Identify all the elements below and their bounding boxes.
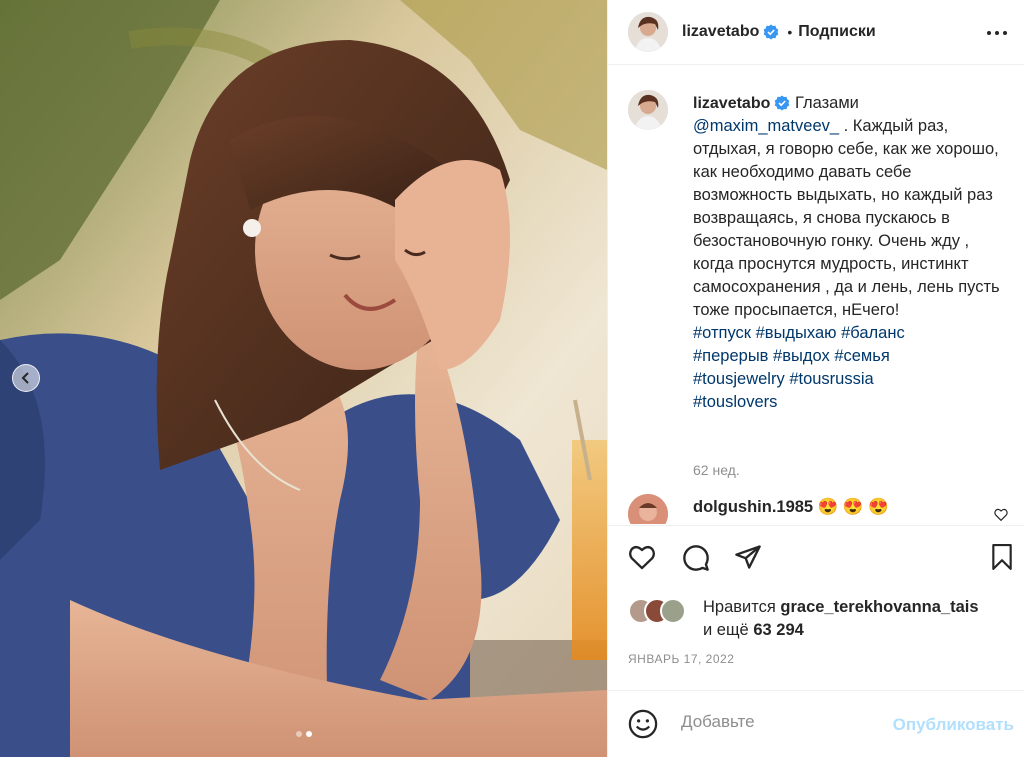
caption-username[interactable]: lizavetabo xyxy=(693,95,770,112)
author-avatar[interactable] xyxy=(628,12,668,52)
carousel-prev-button[interactable] xyxy=(12,364,40,392)
carousel-indicator xyxy=(0,731,607,737)
hashtag-link[interactable]: #перерыв xyxy=(693,347,768,365)
likes-prefix: Нравится xyxy=(703,598,776,616)
comment-bubble-icon[interactable] xyxy=(682,544,710,572)
caption-mention-link[interactable]: @maxim_matveev_ xyxy=(693,117,839,135)
carousel-dot xyxy=(295,731,302,737)
hashtag-link[interactable]: #отпуск xyxy=(693,324,751,342)
verified-badge-icon xyxy=(775,95,790,111)
hashtag-link[interactable]: #выдыхаю xyxy=(756,324,837,342)
liker-avatar xyxy=(660,598,686,624)
comment-body: 😍 😍 😍 xyxy=(817,498,889,516)
commenter-avatar[interactable] xyxy=(628,494,668,524)
comments-section[interactable]: lizavetabo Глазами @maxim_matveev_ . Кажд… xyxy=(608,72,1024,524)
avatar-image xyxy=(628,90,668,130)
hashtag-link[interactable]: #баланс xyxy=(841,324,905,342)
header-separator: • xyxy=(787,24,793,40)
hashtag-link[interactable]: #выдох xyxy=(773,347,830,365)
share-send-icon[interactable] xyxy=(734,544,762,570)
likes-text: Нравится grace_terekhovanna_tais и ещё 6… xyxy=(703,596,979,642)
comment-text: dolgushin.1985 😍 😍 😍 xyxy=(693,498,889,517)
caption-first-line: Глазами xyxy=(794,94,859,112)
publish-button[interactable]: Опубликовать xyxy=(893,715,1014,735)
hashtag-link[interactable]: #tousjewelry xyxy=(693,370,785,388)
post-actions xyxy=(608,525,1024,592)
photo-illustration xyxy=(0,0,607,757)
comment-heart-icon[interactable] xyxy=(994,508,1008,521)
carousel-dot-active xyxy=(305,731,312,737)
caption-timestamp[interactable]: 62 нед. xyxy=(693,462,740,478)
likes-summary: Нравится grace_terekhovanna_tais и ещё 6… xyxy=(628,592,1018,642)
comment-input[interactable] xyxy=(679,711,883,733)
post-header: lizavetabo • Подписки xyxy=(608,0,1024,65)
author-username[interactable]: lizavetabo xyxy=(682,23,759,41)
hashtag-link[interactable]: #touslovers xyxy=(693,393,777,411)
liker-username[interactable]: grace_terekhovanna_tais xyxy=(780,598,978,616)
likes-count[interactable]: 63 294 xyxy=(753,621,803,639)
hashtag-link[interactable]: #tousrussia xyxy=(789,370,873,388)
add-comment-bar: Опубликовать xyxy=(608,690,1024,758)
more-options-icon[interactable] xyxy=(986,22,1008,44)
post-side-panel: lizavetabo • Подписки lizavetabo Глазами… xyxy=(607,0,1024,757)
avatar-image xyxy=(628,12,668,52)
hashtag-link[interactable]: #семья xyxy=(834,347,889,365)
avatar-image xyxy=(628,494,668,524)
verified-badge-icon xyxy=(764,24,779,40)
bookmark-save-icon[interactable] xyxy=(991,544,1013,570)
emoji-icon[interactable] xyxy=(628,709,658,739)
like-heart-icon[interactable] xyxy=(628,544,656,570)
commenter-username[interactable]: dolgushin.1985 xyxy=(693,498,813,516)
caption-text: lizavetabo Глазами @maxim_matveev_ . Кажд… xyxy=(693,92,1003,414)
following-button[interactable]: Подписки xyxy=(798,23,875,41)
post-date[interactable]: ЯНВАРЬ 17, 2022 xyxy=(628,652,734,666)
chevron-left-icon xyxy=(21,372,29,384)
caption-body: . Каждый раз, отдыхая, я говорю себе, ка… xyxy=(693,117,1000,319)
caption-author-avatar[interactable] xyxy=(628,90,668,130)
likes-and-more: и ещё xyxy=(703,621,749,639)
post-photo[interactable] xyxy=(0,0,607,757)
